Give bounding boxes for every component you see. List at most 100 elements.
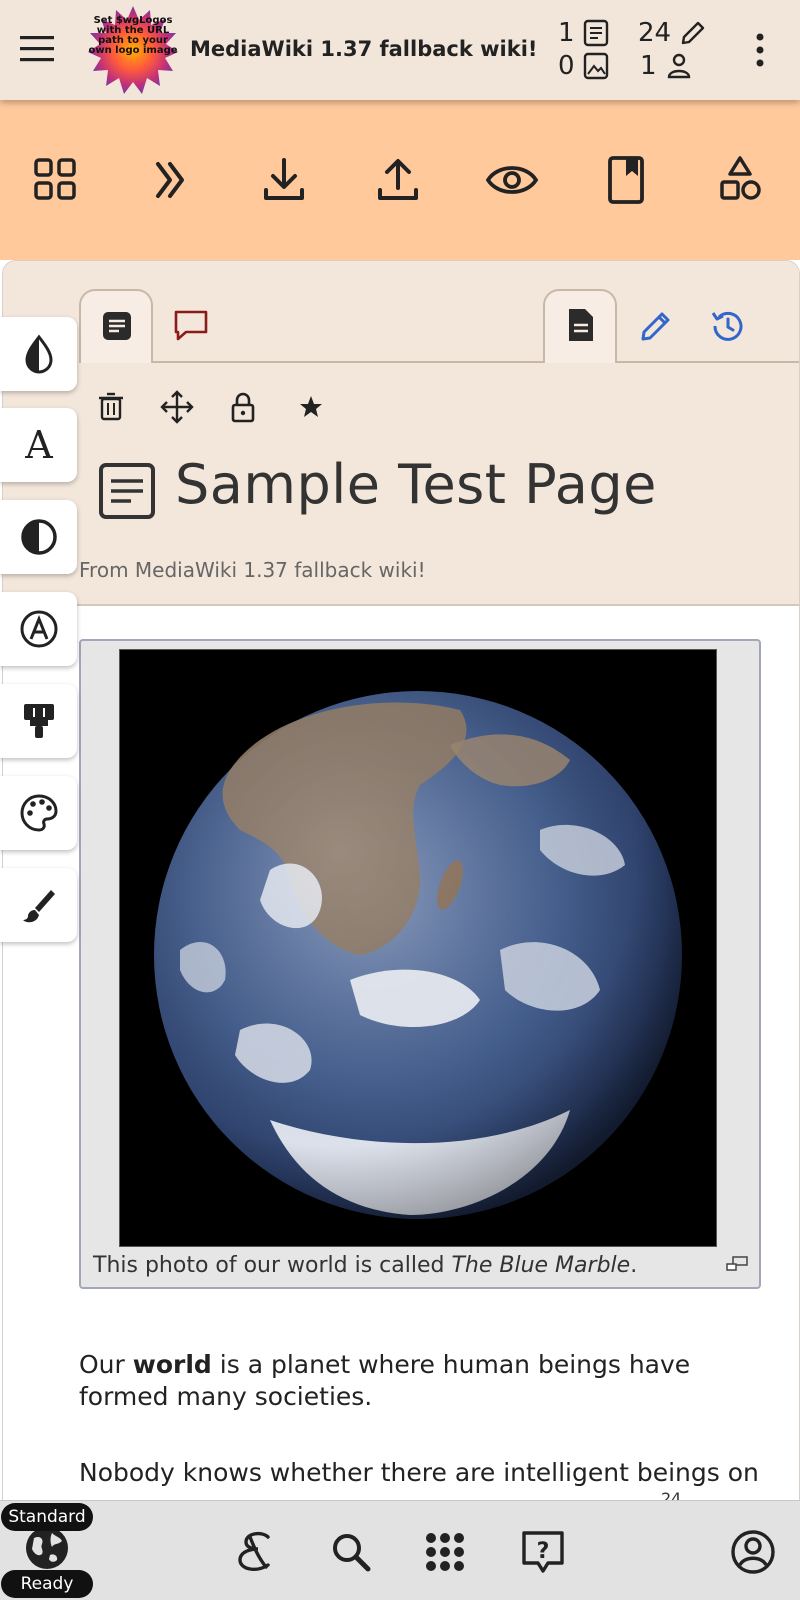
page-header: Sample Test Page From MediaWiki 1.37 fal… xyxy=(3,261,799,606)
articles-count: 1 xyxy=(558,18,575,48)
toolbar-watch-button[interactable] xyxy=(484,152,540,208)
brush-icon xyxy=(23,890,55,923)
help-button[interactable]: ? xyxy=(518,1527,568,1577)
p1-text-start: Our xyxy=(79,1350,133,1379)
apps-button[interactable] xyxy=(420,1527,470,1577)
shapes-icon xyxy=(720,156,761,200)
read-icon xyxy=(569,309,593,341)
tab-edit[interactable] xyxy=(631,301,681,351)
history-icon xyxy=(711,311,743,341)
script-e-icon xyxy=(238,1531,270,1571)
thumbnail-figure: This photo of our world is called The Bl… xyxy=(79,639,761,1289)
toolbar-expand-button[interactable] xyxy=(142,152,198,208)
users-count: 1 xyxy=(640,51,657,81)
stat-files[interactable]: 0 xyxy=(558,50,609,82)
figure-caption: This photo of our world is called The Bl… xyxy=(93,1253,637,1278)
tab-history[interactable] xyxy=(703,301,753,351)
toolbar-grid-button[interactable] xyxy=(28,152,84,208)
top-header: Set $wgLogos with the URL path to your o… xyxy=(0,0,800,100)
files-count: 0 xyxy=(558,51,575,81)
earth-image xyxy=(120,650,716,1246)
page-title-article-icon xyxy=(99,463,155,519)
account-button[interactable] xyxy=(728,1527,778,1577)
half-circle-contrast-icon xyxy=(21,519,57,555)
side-tool-brush[interactable] xyxy=(0,868,77,942)
more-menu-button[interactable] xyxy=(748,30,772,70)
caption-text: This photo of our world is called xyxy=(93,1253,452,1278)
watch-star-button[interactable] xyxy=(293,389,329,425)
eye-icon xyxy=(485,166,539,194)
search-icon xyxy=(333,1534,371,1572)
page-type-icon-wrap xyxy=(97,461,157,521)
svg-text:?: ? xyxy=(537,1539,550,1564)
side-tool-contrast-drop[interactable] xyxy=(0,317,77,391)
script-e-button[interactable] xyxy=(232,1527,282,1577)
paragraph-2: Nobody knows whether there are intellige… xyxy=(79,1457,769,1489)
user-count-icon xyxy=(667,53,690,79)
article-count-icon xyxy=(583,19,608,47)
tab-article[interactable] xyxy=(79,289,153,363)
circled-a-icon xyxy=(20,610,58,648)
page-title: Sample Test Page xyxy=(175,453,657,516)
stat-edits[interactable]: 24 xyxy=(638,17,707,49)
world-link[interactable]: world xyxy=(133,1350,212,1379)
bottom-navigation: ? xyxy=(0,1500,800,1600)
download-icon xyxy=(264,158,304,200)
move-button[interactable] xyxy=(159,389,195,425)
font-serif-icon: A xyxy=(24,424,53,466)
kebab-icon xyxy=(756,33,764,67)
hamburger-icon xyxy=(20,36,54,62)
svg-text:A: A xyxy=(24,424,53,466)
search-button[interactable] xyxy=(326,1527,376,1577)
paragraph-1: Our world is a planet where human beings… xyxy=(79,1349,769,1413)
side-tool-palette[interactable] xyxy=(0,776,77,850)
protect-button[interactable] xyxy=(225,389,261,425)
paint-roller-icon xyxy=(24,704,54,738)
side-tool-paint-roller[interactable] xyxy=(0,684,77,758)
contrast-drop-icon xyxy=(25,334,53,374)
toolbar-shapes-button[interactable] xyxy=(712,152,768,208)
double-chevron-right-icon xyxy=(156,162,184,198)
watch-star-icon xyxy=(300,396,322,417)
site-logo[interactable]: Set $wgLogos with the URL path to your o… xyxy=(88,6,178,94)
stat-users[interactable]: 1 xyxy=(640,50,693,82)
toolbar-upload-button[interactable] xyxy=(370,152,426,208)
mode-badge[interactable]: Standard xyxy=(1,1503,93,1531)
side-tool-font[interactable]: A xyxy=(0,408,77,482)
bookmark-icon xyxy=(608,156,644,204)
enlarge-button[interactable] xyxy=(725,1255,749,1273)
blue-marble-image[interactable] xyxy=(119,649,717,1247)
edit-count-icon xyxy=(681,21,705,45)
side-tool-accessibility[interactable] xyxy=(0,592,77,666)
grid-icon xyxy=(34,158,76,200)
account-icon xyxy=(731,1530,775,1574)
status-badge: Ready xyxy=(1,1570,93,1598)
caption-period: . xyxy=(630,1253,638,1278)
article-icon xyxy=(103,312,131,340)
logo-text: Set $wgLogos with the URL path to your o… xyxy=(88,15,178,56)
main-menu-button[interactable] xyxy=(18,33,58,65)
help-icon: ? xyxy=(522,1531,564,1573)
tab-read[interactable] xyxy=(543,289,617,363)
side-tool-contrast[interactable] xyxy=(0,500,77,574)
toolbar-download-button[interactable] xyxy=(256,152,312,208)
toolbar-bookmark-button[interactable] xyxy=(598,152,654,208)
tab-underline xyxy=(79,361,799,363)
talk-icon xyxy=(174,310,208,341)
edits-count: 24 xyxy=(638,18,672,48)
protect-icon xyxy=(231,392,255,423)
image-count-icon xyxy=(583,52,608,80)
palette-icon xyxy=(20,794,58,832)
stat-articles[interactable]: 1 xyxy=(558,17,609,49)
edit-pencil-icon xyxy=(641,312,670,341)
page-card: Sample Test Page From MediaWiki 1.37 fal… xyxy=(2,260,800,1600)
caption-italic-title: The Blue Marble xyxy=(451,1253,631,1278)
apps-grid-icon xyxy=(426,1533,464,1571)
upload-icon xyxy=(378,159,418,200)
p2-text: Nobody knows whether there are intellige… xyxy=(79,1458,759,1487)
page-subtitle: From MediaWiki 1.37 fallback wiki! xyxy=(79,558,426,582)
enlarge-icon xyxy=(726,1256,748,1271)
site-title[interactable]: MediaWiki 1.37 fallback wiki! xyxy=(190,37,537,61)
tab-talk[interactable] xyxy=(167,301,217,351)
delete-button[interactable] xyxy=(93,389,129,425)
